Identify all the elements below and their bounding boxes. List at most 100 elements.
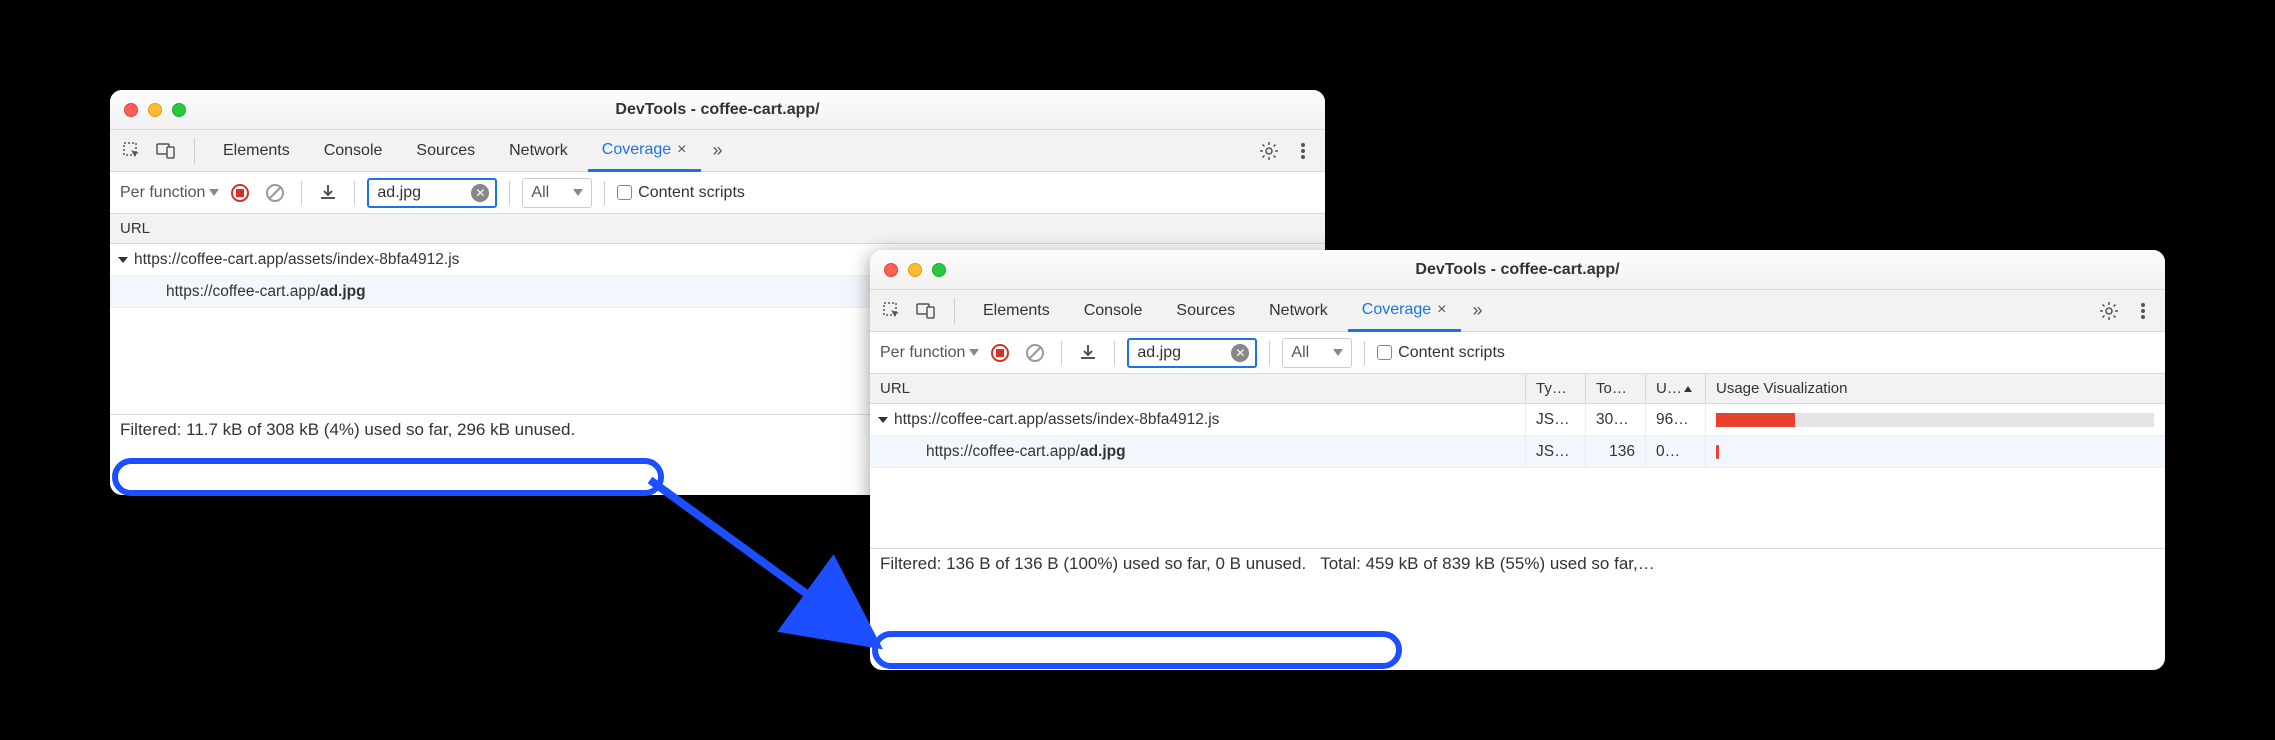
device-toggle-icon[interactable] — [912, 297, 940, 325]
zoom-window-button[interactable] — [932, 263, 946, 277]
divider — [354, 181, 355, 205]
url-filter-input[interactable] — [1135, 343, 1231, 363]
url-filter-input-wrap: ✕ — [367, 178, 497, 208]
granularity-select[interactable]: Per function — [120, 184, 219, 202]
unused-cell: 96… — [1646, 404, 1706, 435]
total-cell: 136 — [1586, 436, 1646, 467]
minimize-window-button[interactable] — [148, 103, 162, 117]
settings-icon[interactable] — [2095, 297, 2123, 325]
zoom-window-button[interactable] — [172, 103, 186, 117]
tab-console[interactable]: Console — [310, 130, 397, 171]
granularity-select[interactable]: Per function — [880, 344, 979, 362]
checkbox-icon — [1377, 345, 1392, 360]
table-headers: URL Ty… To… U… Usage Visualization — [870, 374, 2165, 404]
divider — [1114, 341, 1115, 365]
col-url[interactable]: URL — [870, 374, 1526, 403]
window-title: DevTools - coffee-cart.app/ — [870, 261, 2165, 279]
divider — [1269, 341, 1270, 365]
annotation-arrow — [640, 470, 900, 660]
kebab-menu-icon[interactable] — [1289, 137, 1317, 165]
traffic-lights — [124, 103, 186, 117]
total-status: Total: 459 kB of 839 kB (55%) used so fa… — [1320, 554, 1655, 574]
clear-button[interactable] — [1021, 339, 1049, 367]
type-cell: JS… — [1526, 404, 1586, 435]
disclosure-icon — [878, 417, 888, 423]
clear-button[interactable] — [261, 179, 289, 207]
tab-sources[interactable]: Sources — [402, 130, 489, 171]
col-url[interactable]: URL — [110, 214, 1325, 243]
chevron-down-icon — [209, 189, 219, 196]
export-button[interactable] — [314, 179, 342, 207]
disclosure-icon — [118, 257, 128, 263]
more-tabs-icon[interactable]: » — [707, 140, 729, 161]
settings-icon[interactable] — [1255, 137, 1283, 165]
divider — [1061, 341, 1062, 365]
divider — [194, 138, 195, 164]
device-toggle-icon[interactable] — [152, 137, 180, 165]
url-text-bold: ad.jpg — [320, 283, 366, 301]
status-bar: Filtered: 136 B of 136 B (100%) used so … — [870, 548, 2165, 579]
coverage-toolbar: Per function ✕ All Content scripts — [870, 332, 2165, 374]
chevron-down-icon — [969, 349, 979, 356]
tab-coverage[interactable]: Coverage× — [588, 131, 701, 172]
total-cell: 30… — [1586, 404, 1646, 435]
url-text: https://coffee-cart.app/assets/index-8bf… — [894, 411, 1219, 429]
col-unused[interactable]: U… — [1646, 374, 1706, 403]
traffic-lights — [884, 263, 946, 277]
record-button[interactable] — [991, 344, 1009, 362]
divider — [301, 181, 302, 205]
content-scripts-checkbox[interactable]: Content scripts — [1377, 344, 1505, 362]
inspect-icon[interactable] — [118, 137, 146, 165]
col-usage-viz[interactable]: Usage Visualization — [1706, 374, 2165, 403]
chevron-down-icon — [573, 189, 583, 196]
checkbox-icon — [617, 185, 632, 200]
url-filter-input[interactable] — [375, 183, 471, 203]
devtools-window-b: DevTools - coffee-cart.app/ Elements Con… — [870, 250, 2165, 670]
close-tab-icon[interactable]: × — [677, 141, 686, 159]
more-tabs-icon[interactable]: » — [1467, 300, 1489, 321]
url-text-bold: ad.jpg — [1080, 443, 1126, 461]
type-filter-select[interactable]: All — [522, 178, 592, 208]
export-button[interactable] — [1074, 339, 1102, 367]
close-window-button[interactable] — [884, 263, 898, 277]
usage-cell — [1706, 436, 2165, 467]
unused-cell: 0… — [1646, 436, 1706, 467]
empty-space — [870, 468, 2165, 548]
tab-network[interactable]: Network — [1255, 290, 1342, 331]
inspect-icon[interactable] — [878, 297, 906, 325]
table-row[interactable]: https://coffee-cart.app/ad.jpg JS… 136 0… — [870, 436, 2165, 468]
clear-filter-icon[interactable]: ✕ — [471, 184, 489, 202]
close-tab-icon[interactable]: × — [1437, 301, 1446, 319]
close-window-button[interactable] — [124, 103, 138, 117]
table-headers: URL — [110, 214, 1325, 244]
col-total[interactable]: To… — [1586, 374, 1646, 403]
clear-filter-icon[interactable]: ✕ — [1231, 344, 1249, 362]
url-text: https://coffee-cart.app/ — [166, 283, 320, 301]
tab-console[interactable]: Console — [1070, 290, 1157, 331]
filtered-status: Filtered: 11.7 kB of 308 kB (4%) used so… — [120, 420, 575, 440]
content-scripts-checkbox[interactable]: Content scripts — [617, 184, 745, 202]
url-text: https://coffee-cart.app/assets/index-8bf… — [134, 251, 459, 269]
col-type[interactable]: Ty… — [1526, 374, 1586, 403]
window-title: DevTools - coffee-cart.app/ — [110, 101, 1325, 119]
divider — [509, 181, 510, 205]
coverage-toolbar: Per function ✕ All Content scripts — [110, 172, 1325, 214]
divider — [954, 298, 955, 324]
tab-network[interactable]: Network — [495, 130, 582, 171]
titlebar: DevTools - coffee-cart.app/ — [110, 90, 1325, 130]
tab-elements[interactable]: Elements — [969, 290, 1064, 331]
kebab-menu-icon[interactable] — [2129, 297, 2157, 325]
table-row[interactable]: https://coffee-cart.app/assets/index-8bf… — [870, 404, 2165, 436]
tab-sources[interactable]: Sources — [1162, 290, 1249, 331]
tab-bar: Elements Console Sources Network Coverag… — [110, 130, 1325, 172]
minimize-window-button[interactable] — [908, 263, 922, 277]
type-filter-select[interactable]: All — [1282, 338, 1352, 368]
url-filter-input-wrap: ✕ — [1127, 338, 1257, 368]
record-button[interactable] — [231, 184, 249, 202]
chevron-down-icon — [1333, 349, 1343, 356]
tab-coverage[interactable]: Coverage× — [1348, 291, 1461, 332]
tab-elements[interactable]: Elements — [209, 130, 304, 171]
divider — [1364, 341, 1365, 365]
sort-indicator-icon — [1684, 386, 1692, 392]
type-cell: JS… — [1526, 436, 1586, 467]
